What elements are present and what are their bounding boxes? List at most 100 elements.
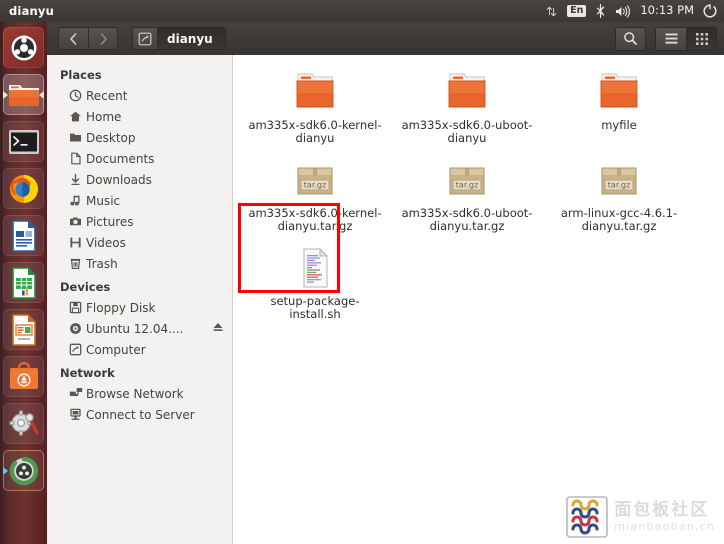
sidebar-item-desktop[interactable]: Desktop bbox=[47, 127, 232, 148]
ubuntu-desktop: dianyu En 10:13 PM dianyu Places Recent … bbox=[0, 0, 724, 544]
sidebar-item-label: Computer bbox=[86, 342, 146, 357]
breadcrumb-current-folder[interactable]: dianyu bbox=[157, 27, 226, 50]
sidebar-heading-network: Network bbox=[60, 366, 115, 380]
sidebar-item-documents[interactable]: Documents bbox=[47, 148, 232, 169]
sidebar-item-floppy-disk[interactable]: Floppy Disk bbox=[47, 297, 232, 318]
window-body: Places Recent Home Desktop Documents Dow… bbox=[47, 55, 724, 544]
file-label: am335x-sdk6.0-kernel-dianyu.tar.gz bbox=[248, 206, 382, 233]
svg-text:tar.gz: tar.gz bbox=[608, 181, 630, 190]
launcher-system-settings-icon[interactable] bbox=[3, 403, 44, 444]
disc-icon bbox=[69, 322, 86, 335]
trash-icon bbox=[69, 257, 86, 270]
breadcrumb: dianyu bbox=[132, 27, 226, 50]
svg-text:tar.gz: tar.gz bbox=[304, 181, 326, 190]
computer-icon bbox=[69, 343, 86, 356]
keyboard-layout-indicator[interactable]: En bbox=[567, 5, 587, 17]
sidebar-item-videos[interactable]: Videos bbox=[47, 232, 232, 253]
download-icon bbox=[69, 173, 86, 186]
file-label: arm-linux-gcc-4.6.1-dianyu.tar.gz bbox=[560, 206, 678, 233]
sidebar-heading-places: Places bbox=[60, 68, 102, 82]
network-browse-icon bbox=[69, 387, 86, 400]
watermark: 面包板社区 mianbaoban.cn bbox=[566, 496, 715, 538]
file-item-folder[interactable]: am335x-sdk6.0-kernel-dianyu bbox=[239, 63, 391, 151]
document-icon bbox=[69, 152, 86, 165]
svg-text:tar.gz: tar.gz bbox=[456, 181, 478, 190]
sidebar-item-label: Browse Network bbox=[86, 386, 184, 401]
launcher-software-updater-icon[interactable] bbox=[3, 450, 44, 491]
sidebar-item-connect-to-server[interactable]: Connect to Server bbox=[47, 404, 232, 425]
launcher-terminal-icon[interactable] bbox=[3, 121, 44, 162]
file-label: am335x-sdk6.0-kernel-dianyu bbox=[248, 118, 382, 145]
mianbaoban-logo-icon bbox=[566, 496, 609, 538]
file-label: myfile bbox=[601, 118, 637, 132]
launcher-libreoffice-writer-icon[interactable] bbox=[3, 215, 44, 256]
launcher-libreoffice-calc-icon[interactable] bbox=[3, 262, 44, 303]
sidebar-item-label: Downloads bbox=[86, 172, 152, 187]
icon-grid: am335x-sdk6.0-kernel-dianyu am335x-sdk6.… bbox=[233, 55, 723, 327]
sidebar-item-browse-network[interactable]: Browse Network bbox=[47, 383, 232, 404]
server-connect-icon bbox=[69, 408, 86, 421]
launcher-running-pip-left bbox=[3, 90, 8, 99]
sidebar-item-label: Videos bbox=[86, 235, 126, 250]
sidebar-item-label: Pictures bbox=[86, 214, 134, 229]
watermark-cn-text: 面包板社区 bbox=[614, 500, 710, 520]
sidebar-item-pictures[interactable]: Pictures bbox=[47, 211, 232, 232]
file-item-archive[interactable]: tar.gz am335x-sdk6.0-kernel-dianyu.tar.g… bbox=[239, 151, 391, 239]
floppy-disk-icon bbox=[69, 301, 86, 314]
file-label: am335x-sdk6.0-uboot-dianyu.tar.gz bbox=[401, 206, 533, 233]
unity-top-panel: dianyu En 10:13 PM bbox=[0, 0, 724, 22]
menu-button[interactable] bbox=[655, 26, 686, 51]
back-button[interactable] bbox=[58, 27, 88, 50]
file-item-archive[interactable]: tar.gz arm-linux-gcc-4.6.1-dianyu.tar.gz bbox=[543, 151, 695, 239]
sidebar-item-recent[interactable]: Recent bbox=[47, 85, 232, 106]
sidebar-item-trash[interactable]: Trash bbox=[47, 253, 232, 274]
places-sidebar: Places Recent Home Desktop Documents Dow… bbox=[47, 55, 233, 544]
sidebar-item-home[interactable]: Home bbox=[47, 106, 232, 127]
launcher-pip-left-blue bbox=[3, 466, 8, 475]
file-label: setup-package-install.sh bbox=[270, 294, 360, 321]
folder-icon bbox=[594, 69, 644, 115]
unity-launcher bbox=[0, 22, 47, 544]
bluetooth-icon[interactable] bbox=[595, 4, 606, 18]
clock-icon bbox=[69, 89, 86, 102]
music-note-icon bbox=[69, 194, 86, 207]
panel-indicator-area: En 10:13 PM bbox=[545, 4, 724, 18]
file-list-view[interactable]: am335x-sdk6.0-kernel-dianyu am335x-sdk6.… bbox=[233, 55, 723, 544]
sidebar-item-label: Ubuntu 12.04.... bbox=[86, 321, 184, 336]
archive-box-icon: tar.gz bbox=[594, 157, 644, 203]
file-item-archive[interactable]: tar.gz am335x-sdk6.0-uboot-dianyu.tar.gz bbox=[391, 151, 543, 239]
file-item-script[interactable]: setup-package-install.sh bbox=[239, 239, 391, 327]
film-icon bbox=[69, 236, 86, 249]
view-toggle-button[interactable] bbox=[686, 26, 717, 51]
file-manager-window: dianyu Places Recent Home Desktop Docume… bbox=[47, 22, 724, 544]
sidebar-item-music[interactable]: Music bbox=[47, 190, 232, 211]
sidebar-item-label: Trash bbox=[86, 256, 118, 271]
archive-box-icon: tar.gz bbox=[442, 157, 492, 203]
folder-icon bbox=[69, 131, 86, 144]
network-icon[interactable] bbox=[545, 5, 558, 18]
launcher-ubuntu-software-center-icon[interactable] bbox=[3, 356, 44, 397]
file-item-folder[interactable]: am335x-sdk6.0-uboot-dianyu bbox=[391, 63, 543, 151]
sidebar-item-label: Floppy Disk bbox=[86, 300, 156, 315]
volume-icon[interactable] bbox=[615, 4, 631, 18]
session-gear-icon[interactable] bbox=[703, 4, 717, 18]
file-item-folder[interactable]: myfile bbox=[543, 63, 695, 151]
launcher-libreoffice-impress-icon[interactable] bbox=[3, 309, 44, 350]
launcher-firefox-icon[interactable] bbox=[3, 168, 44, 209]
forward-button[interactable] bbox=[88, 27, 118, 50]
launcher-files-icon[interactable] bbox=[3, 74, 44, 115]
panel-clock[interactable]: 10:13 PM bbox=[640, 5, 694, 17]
script-document-icon bbox=[290, 245, 340, 291]
sidebar-item-computer[interactable]: Computer bbox=[47, 339, 232, 360]
breadcrumb-home-icon[interactable] bbox=[132, 27, 157, 50]
sidebar-item-label: Recent bbox=[86, 88, 128, 103]
sidebar-item-downloads[interactable]: Downloads bbox=[47, 169, 232, 190]
eject-icon[interactable] bbox=[212, 321, 224, 336]
sidebar-item-label: Music bbox=[86, 193, 121, 208]
folder-icon bbox=[290, 69, 340, 115]
launcher-ubuntu-dash-icon[interactable] bbox=[3, 27, 44, 68]
sidebar-item-ubuntu-disc[interactable]: Ubuntu 12.04.... bbox=[47, 318, 232, 339]
search-button[interactable] bbox=[615, 26, 646, 51]
file-manager-toolbar: dianyu bbox=[47, 22, 724, 55]
launcher-focused-pip-right bbox=[39, 90, 44, 99]
